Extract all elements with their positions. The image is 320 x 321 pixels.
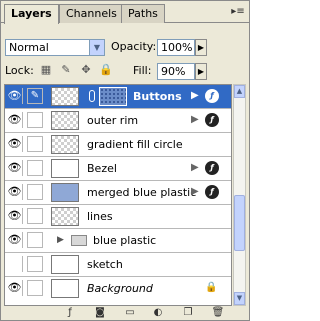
layer-name: gradient fill circle (87, 138, 183, 151)
new-set-icon[interactable]: ▭ (123, 306, 137, 320)
tab-bar: Layers Channels Paths ▸≡ (1, 1, 249, 24)
new-layer-icon[interactable]: ❐ (181, 306, 195, 320)
fill-label: Fill: (133, 64, 152, 77)
expand-effects-icon[interactable]: ▶ (191, 162, 199, 173)
fill-slider-button[interactable]: ▶ (195, 63, 207, 80)
layer-thumbnail (51, 87, 79, 106)
blend-mode-select[interactable]: Normal ▼ (5, 39, 105, 56)
delete-layer-icon[interactable]: 🗑 (211, 306, 225, 320)
opacity-slider-button[interactable]: ▶ (195, 39, 207, 56)
layer-name: Bezel (87, 162, 117, 175)
layer-row-gradient-fill-circle[interactable]: 👁 gradient fill circle (5, 133, 231, 157)
palette-menu-icon[interactable]: ▸≡ (231, 5, 245, 19)
link-slot[interactable] (27, 184, 43, 200)
layer-mask-thumbnail[interactable] (99, 87, 127, 106)
expand-effects-icon[interactable]: ▶ (191, 90, 199, 101)
layers-list: 👁 ✎ Buttons ▶ ƒ 👁 outer rim ▶ ƒ 👁 gradie… (4, 84, 232, 306)
eye-icon[interactable]: 👁 (7, 208, 23, 224)
layer-row-sketch[interactable]: sketch (5, 253, 231, 277)
lock-transparency-icon[interactable]: ▦ (39, 63, 53, 77)
layer-thumbnail (51, 159, 79, 178)
folder-icon (71, 235, 87, 246)
layer-row-buttons[interactable]: 👁 ✎ Buttons ▶ ƒ (5, 85, 231, 109)
link-slot[interactable] (27, 160, 43, 176)
brush-icon: ✎ (27, 88, 43, 104)
expand-effects-icon[interactable]: ▶ (191, 114, 199, 125)
expand-effects-icon[interactable]: ▶ (191, 186, 199, 197)
layer-style-icon[interactable]: ƒ (205, 185, 219, 199)
lock-paint-icon[interactable]: ✎ (59, 63, 73, 77)
layer-thumbnail (51, 135, 79, 154)
opacity-field[interactable]: 100% (157, 39, 195, 56)
opacity-label: Opacity: (111, 40, 157, 53)
eye-icon[interactable]: 👁 (7, 160, 23, 176)
chevron-down-icon[interactable]: ▼ (89, 40, 104, 55)
lock-position-icon[interactable]: ✥ (79, 63, 93, 77)
lock-all-icon[interactable]: 🔒 (99, 63, 113, 77)
layer-row-merged-blue-plastic[interactable]: 👁 merged blue plastic ▶ ƒ (5, 181, 231, 205)
layer-row-lines[interactable]: 👁 lines (5, 205, 231, 229)
link-slot[interactable] (27, 208, 43, 224)
link-slot[interactable] (27, 256, 43, 272)
layer-thumbnail (51, 183, 79, 202)
blend-mode-value: Normal (9, 41, 49, 54)
add-mask-icon[interactable]: ◙ (93, 306, 107, 320)
layers-scrollbar[interactable]: ▲ ▼ (233, 84, 246, 306)
link-slot[interactable] (27, 136, 43, 152)
tab-paths[interactable]: Paths (121, 4, 165, 23)
layer-set-blue-plastic[interactable]: 👁 ▶ blue plastic (5, 229, 231, 253)
layer-row-bezel[interactable]: 👁 Bezel ▶ ƒ (5, 157, 231, 181)
add-layer-style-icon[interactable]: ƒ (63, 306, 77, 320)
new-adjustment-layer-icon[interactable]: ◐ (151, 306, 165, 320)
eye-icon[interactable]: 👁 (7, 88, 23, 104)
layer-row-background[interactable]: 👁 Background 🔒 (5, 277, 231, 301)
tab-layers[interactable]: Layers (4, 4, 59, 24)
eye-icon[interactable] (7, 256, 23, 272)
layer-style-icon[interactable]: ƒ (205, 113, 219, 127)
layer-style-icon[interactable]: ƒ (205, 89, 219, 103)
layer-name: blue plastic (93, 234, 157, 247)
layer-name: merged blue plastic (87, 186, 197, 199)
eye-icon[interactable]: 👁 (7, 136, 23, 152)
lock-label: Lock: (5, 64, 34, 77)
layer-row-outer-rim[interactable]: 👁 outer rim ▶ ƒ (5, 109, 231, 133)
lock-icon: 🔒 (205, 282, 218, 293)
layers-palette: Layers Channels Paths ▸≡ Normal ▼ Opacit… (0, 0, 250, 321)
eye-icon[interactable]: 👁 (7, 280, 23, 296)
tab-channels[interactable]: Channels (59, 4, 124, 23)
layer-name: outer rim (87, 114, 139, 127)
expand-folder-icon[interactable]: ▶ (57, 235, 64, 245)
link-slot[interactable] (27, 232, 43, 248)
layer-thumbnail (51, 111, 79, 130)
layer-thumbnail (51, 255, 79, 274)
link-icon[interactable] (89, 90, 95, 102)
eye-icon[interactable]: 👁 (7, 232, 23, 248)
layer-thumbnail (51, 279, 79, 298)
scroll-down-button[interactable]: ▼ (234, 292, 245, 305)
eye-icon[interactable]: 👁 (7, 184, 23, 200)
fill-field[interactable]: 90% (157, 63, 195, 80)
layer-name: lines (87, 210, 113, 223)
scroll-thumb[interactable] (234, 195, 245, 251)
layer-name: Buttons (133, 90, 182, 103)
layers-toolbar: ƒ ◙ ▭ ◐ ❐ 🗑 (1, 306, 249, 320)
scroll-up-button[interactable]: ▲ (234, 85, 245, 98)
link-slot[interactable] (27, 280, 43, 296)
link-slot[interactable] (27, 112, 43, 128)
layer-name: sketch (87, 258, 123, 271)
layer-name: Background (87, 282, 153, 295)
layer-thumbnail (51, 207, 79, 226)
eye-icon[interactable]: 👁 (7, 112, 23, 128)
layer-style-icon[interactable]: ƒ (205, 161, 219, 175)
